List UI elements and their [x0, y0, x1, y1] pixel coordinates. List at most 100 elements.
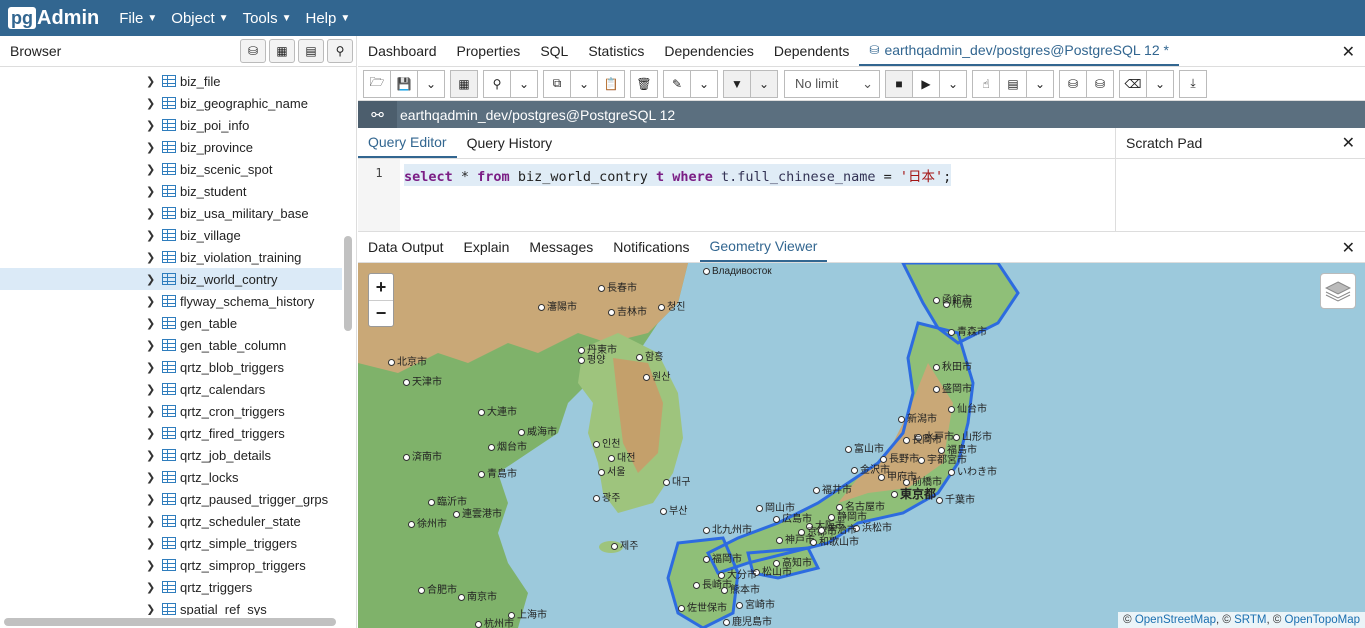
tree-item-biz_violation_training[interactable]: ❯ biz_violation_training [0, 246, 342, 268]
tree-item-qrtz_paused_trigger_grps[interactable]: ❯ qrtz_paused_trigger_grps [0, 488, 342, 510]
tab-sql[interactable]: SQL [530, 35, 578, 66]
tree-item-biz_scenic_spot[interactable]: ❯ biz_scenic_spot [0, 158, 342, 180]
opentopomap-link[interactable]: OpenTopoMap [1285, 614, 1360, 626]
tab-query-tool[interactable]: ⛁ earthqadmin_dev/postgres@PostgreSQL 12 … [859, 35, 1179, 66]
tree-item-qrtz_locks[interactable]: ❯ qrtz_locks [0, 466, 342, 488]
chevron-right-icon[interactable]: ❯ [146, 405, 162, 418]
tree-item-biz_geographic_name[interactable]: ❯ biz_geographic_name [0, 92, 342, 114]
menu-file[interactable]: File ▼ [119, 10, 157, 27]
chevron-right-icon[interactable]: ❯ [146, 339, 162, 352]
chevron-right-icon[interactable]: ❯ [146, 537, 162, 550]
chevron-down-icon[interactable]: ⌄ [417, 69, 445, 98]
chevron-down-icon[interactable]: ⌄ [570, 69, 598, 98]
clear-icon[interactable]: ⌫ [1119, 69, 1147, 98]
limit-select[interactable]: No limit ⌄ [784, 69, 880, 98]
tree-item-biz_province[interactable]: ❯ biz_province [0, 136, 342, 158]
chevron-right-icon[interactable]: ❯ [146, 273, 162, 286]
chevron-down-icon[interactable]: ⌄ [1026, 69, 1054, 98]
tab-query-editor[interactable]: Query Editor [358, 127, 457, 158]
pgadmin-logo[interactable]: pg Admin [8, 7, 99, 30]
save-icon[interactable]: 💾 [390, 69, 418, 98]
srtm-link[interactable]: SRTM [1234, 614, 1266, 626]
menu-tools[interactable]: Tools ▼ [243, 10, 292, 27]
chevron-down-icon[interactable]: ⌄ [750, 69, 778, 98]
chevron-right-icon[interactable]: ❯ [146, 119, 162, 132]
tab-data-output[interactable]: Data Output [358, 231, 454, 262]
chevron-right-icon[interactable]: ❯ [146, 251, 162, 264]
commit-icon[interactable]: ⛁ [1059, 69, 1087, 98]
chevron-down-icon[interactable]: ⌄ [1146, 69, 1174, 98]
chevron-down-icon[interactable]: ⌄ [939, 69, 967, 98]
tab-query-history[interactable]: Query History [457, 127, 563, 158]
chevron-right-icon[interactable]: ❯ [146, 207, 162, 220]
execute-icon[interactable]: ▶ [912, 69, 940, 98]
tree-item-qrtz_fired_triggers[interactable]: ❯ qrtz_fired_triggers [0, 422, 342, 444]
chevron-right-icon[interactable]: ❯ [146, 581, 162, 594]
database-icon[interactable]: ⛁ [240, 39, 266, 63]
chevron-right-icon[interactable]: ❯ [146, 471, 162, 484]
filter-icon[interactable]: ▼ [723, 69, 751, 98]
horizontal-scrollbar[interactable] [4, 618, 336, 626]
tree-item-qrtz_simple_triggers[interactable]: ❯ qrtz_simple_triggers [0, 532, 342, 554]
layers-icon[interactable] [1320, 273, 1356, 309]
tree-item-qrtz_job_details[interactable]: ❯ qrtz_job_details [0, 444, 342, 466]
tab-geometry-viewer[interactable]: Geometry Viewer [699, 231, 828, 262]
zoom-out-button[interactable]: − [369, 300, 393, 326]
tree-item-qrtz_triggers[interactable]: ❯ qrtz_triggers [0, 576, 342, 598]
chevron-right-icon[interactable]: ❯ [146, 229, 162, 242]
tab-explain[interactable]: Explain [454, 231, 520, 262]
chevron-right-icon[interactable]: ❯ [146, 97, 162, 110]
menu-help[interactable]: Help ▼ [306, 10, 351, 27]
tab-messages[interactable]: Messages [519, 231, 603, 262]
rollback-icon[interactable]: ⛁ [1086, 69, 1114, 98]
tree-item-spatial_ref_sys[interactable]: ❯ spatial_ref_sys [0, 598, 342, 615]
delete-icon[interactable]: 🗑 [630, 69, 658, 98]
geometry-map[interactable]: + − 東京都 大阪市 名古屋市 札幌 函館市 青森市 秋田市 盛岡市 仙台市 新潟市 長野市 前橋市… [358, 263, 1365, 628]
scratch-pad[interactable]: Scratch Pad ✕ [1116, 128, 1365, 231]
close-icon[interactable]: ✕ [1342, 42, 1355, 62]
chevron-right-icon[interactable]: ❯ [146, 141, 162, 154]
tree-item-biz_student[interactable]: ❯ biz_student [0, 180, 342, 202]
edit-table-icon[interactable]: ▦ [450, 69, 478, 98]
chevron-right-icon[interactable]: ❯ [146, 317, 162, 330]
copy-icon[interactable]: ⧉ [543, 69, 571, 98]
tree-item-biz_world_contry[interactable]: ❯ biz_world_contry [0, 268, 342, 290]
tree-item-gen_table[interactable]: ❯ gen_table [0, 312, 342, 334]
explain-icon[interactable]: ☝ [972, 69, 1000, 98]
tree-item-qrtz_simprop_triggers[interactable]: ❯ qrtz_simprop_triggers [0, 554, 342, 576]
connected-icon[interactable]: ⚯ [358, 101, 397, 128]
chevron-right-icon[interactable]: ❯ [146, 449, 162, 462]
tree-item-biz_usa_military_base[interactable]: ❯ biz_usa_military_base [0, 202, 342, 224]
tree-item-biz_file[interactable]: ❯ biz_file [0, 70, 342, 92]
tab-dashboard[interactable]: Dashboard [358, 35, 447, 66]
close-icon[interactable]: ✕ [1342, 238, 1355, 258]
vertical-scrollbar[interactable] [344, 236, 352, 331]
chevron-right-icon[interactable]: ❯ [146, 603, 162, 616]
close-icon[interactable]: ✕ [1342, 133, 1355, 153]
tree-item-flyway_schema_history[interactable]: ❯ flyway_schema_history [0, 290, 342, 312]
download-icon[interactable]: ⤓ [1179, 69, 1207, 98]
chevron-right-icon[interactable]: ❯ [146, 559, 162, 572]
tree-item-gen_table_column[interactable]: ❯ gen_table_column [0, 334, 342, 356]
connection-label[interactable]: earthqadmin_dev/postgres@PostgreSQL 12 [400, 107, 675, 123]
chevron-right-icon[interactable]: ❯ [146, 515, 162, 528]
chevron-right-icon[interactable]: ❯ [146, 185, 162, 198]
chevron-right-icon[interactable]: ❯ [146, 295, 162, 308]
tab-properties[interactable]: Properties [447, 35, 531, 66]
tree-item-biz_poi_info[interactable]: ❯ biz_poi_info [0, 114, 342, 136]
tab-statistics[interactable]: Statistics [578, 35, 654, 66]
tab-dependents[interactable]: Dependents [764, 35, 860, 66]
chevron-down-icon[interactable]: ⌄ [690, 69, 718, 98]
tree-item-qrtz_calendars[interactable]: ❯ qrtz_calendars [0, 378, 342, 400]
chevron-right-icon[interactable]: ❯ [146, 163, 162, 176]
osm-link[interactable]: OpenStreetMap [1135, 614, 1216, 626]
chevron-down-icon[interactable]: ⌄ [510, 69, 538, 98]
filtered-rows-icon[interactable]: ▤ [298, 39, 324, 63]
tree-item-qrtz_scheduler_state[interactable]: ❯ qrtz_scheduler_state [0, 510, 342, 532]
open-file-icon[interactable]: 🗁 [363, 69, 391, 98]
find-icon[interactable]: ⚲ [483, 69, 511, 98]
tree-item-biz_village[interactable]: ❯ biz_village [0, 224, 342, 246]
chevron-right-icon[interactable]: ❯ [146, 383, 162, 396]
chevron-right-icon[interactable]: ❯ [146, 75, 162, 88]
tree-item-qrtz_blob_triggers[interactable]: ❯ qrtz_blob_triggers [0, 356, 342, 378]
